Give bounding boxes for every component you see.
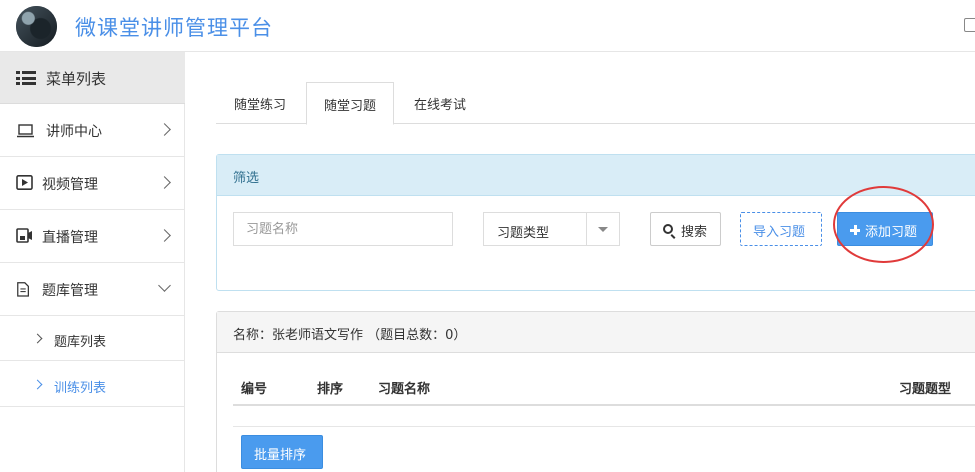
chevron-right-icon bbox=[158, 176, 171, 189]
menu-title: 菜单列表 bbox=[46, 70, 107, 88]
search-icon bbox=[663, 224, 673, 234]
sidebar-item-lecturer-center[interactable]: 讲师中心 bbox=[0, 104, 185, 157]
exercise-list-panel: 名称：张老师语文写作 （题目总数：0） 编号 排序 习题名称 习题题型 批量排序 bbox=[216, 311, 975, 472]
caret-down-icon bbox=[598, 227, 608, 232]
filter-title: 筛选 bbox=[233, 171, 260, 186]
tab-bar: 随堂练习 随堂习题 在线考试 bbox=[216, 82, 975, 125]
exercise-name-input[interactable] bbox=[233, 212, 453, 246]
sidebar: 菜单列表 讲师中心 视频管理 直播管理 题库管理 题库列表 训练列表 bbox=[0, 52, 185, 472]
sidebar-subitem-label: 训练列表 bbox=[54, 381, 107, 396]
list-header: 名称：张老师语文写作 （题目总数：0） bbox=[217, 312, 975, 353]
chevron-down-icon bbox=[158, 279, 171, 292]
column-header-name[interactable]: 习题名称 bbox=[378, 378, 430, 397]
app-title: 微课堂讲师管理平台 bbox=[75, 16, 273, 40]
chevron-right-icon bbox=[158, 229, 171, 242]
chevron-right-icon bbox=[158, 123, 171, 136]
list-icon bbox=[16, 71, 36, 85]
import-label: 导入习题 bbox=[753, 225, 806, 240]
camera-icon bbox=[16, 228, 32, 243]
avatar[interactable] bbox=[16, 6, 57, 47]
search-label: 搜索 bbox=[681, 225, 708, 240]
highlight-annotation bbox=[833, 186, 934, 263]
import-exercises-button[interactable]: 导入习题 bbox=[740, 212, 822, 246]
tab-online-exam[interactable]: 在线考试 bbox=[396, 82, 484, 124]
sidebar-item-label: 视频管理 bbox=[42, 177, 98, 193]
sidebar-subitem-label: 题库列表 bbox=[54, 335, 107, 350]
exercise-type-select[interactable]: 习题类型 bbox=[483, 212, 620, 246]
sidebar-item-question-bank[interactable]: 题库管理 bbox=[0, 263, 185, 316]
sidebar-item-live[interactable]: 直播管理 bbox=[0, 210, 185, 263]
play-icon bbox=[16, 175, 33, 190]
sidebar-subitem-training-list[interactable]: 训练列表 bbox=[0, 363, 185, 407]
sidebar-item-label: 直播管理 bbox=[42, 230, 98, 246]
batch-sort-button[interactable]: 批量排序 bbox=[241, 435, 323, 469]
tab-class-practice[interactable]: 随堂练习 bbox=[216, 82, 304, 124]
sidebar-item-video[interactable]: 视频管理 bbox=[0, 157, 185, 210]
sidebar-item-label: 讲师中心 bbox=[46, 124, 102, 140]
select-divider bbox=[586, 213, 587, 245]
table-row-divider bbox=[233, 426, 975, 427]
search-button[interactable]: 搜索 bbox=[650, 212, 721, 246]
exercise-type-value: 习题类型 bbox=[497, 226, 550, 241]
document-icon bbox=[17, 282, 29, 297]
chevron-right-icon bbox=[32, 333, 43, 344]
fullscreen-icon[interactable] bbox=[964, 18, 975, 32]
chevron-right-icon bbox=[32, 379, 43, 390]
sidebar-subitem-question-list[interactable]: 题库列表 bbox=[0, 317, 185, 361]
column-header-order[interactable]: 排序 bbox=[317, 378, 343, 397]
list-title: 名称：张老师语文写作 （题目总数：0） bbox=[233, 328, 467, 343]
menu-header: 菜单列表 bbox=[0, 52, 185, 104]
laptop-icon bbox=[17, 124, 34, 138]
top-header: 微课堂讲师管理平台 bbox=[0, 0, 975, 52]
tab-class-exercises[interactable]: 随堂习题 bbox=[306, 82, 394, 125]
sidebar-item-label: 题库管理 bbox=[42, 283, 98, 299]
column-header-id[interactable]: 编号 bbox=[241, 378, 267, 397]
batch-sort-label: 批量排序 bbox=[254, 448, 307, 463]
table-header-divider bbox=[233, 404, 975, 406]
column-header-type[interactable]: 习题题型 bbox=[899, 378, 951, 397]
